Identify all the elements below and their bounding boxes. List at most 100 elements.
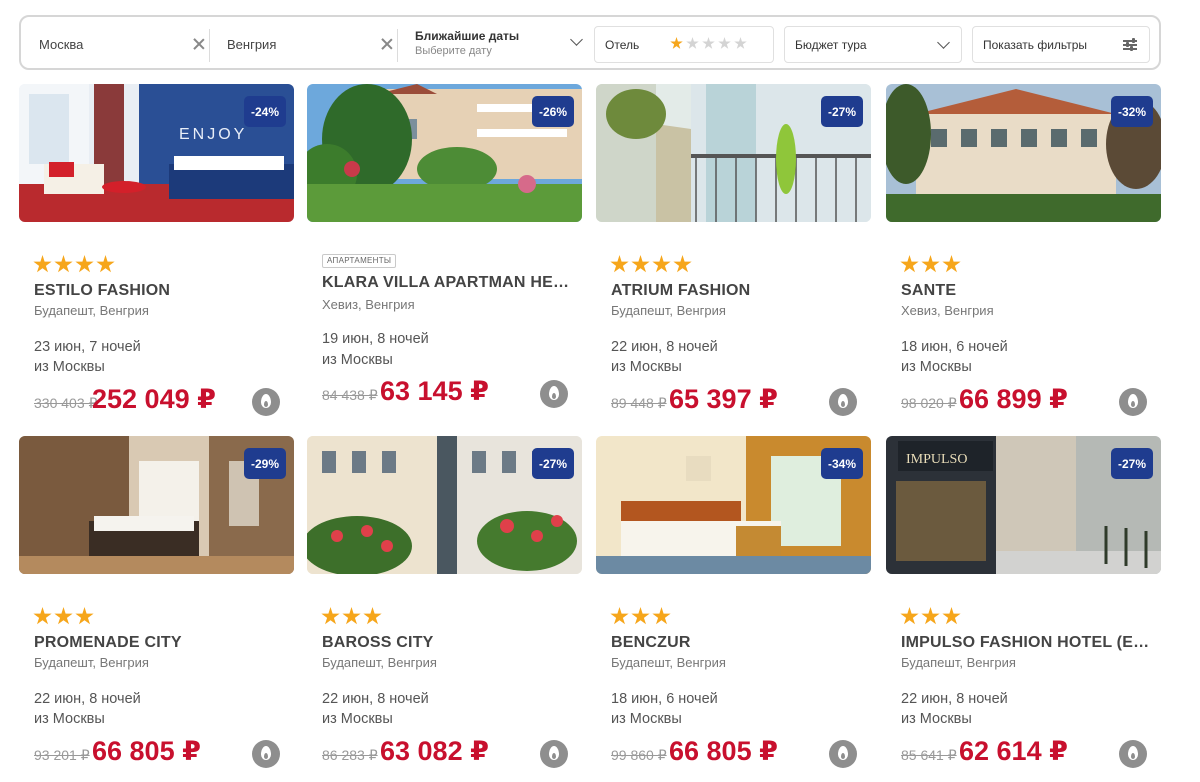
star-icon bbox=[652, 255, 671, 273]
tour-price[interactable]: 66 899 ₽ bbox=[959, 384, 1068, 415]
chevron-down-icon bbox=[570, 33, 583, 46]
dates-dropdown[interactable]: Ближайшие даты Выберите дату bbox=[415, 27, 583, 61]
hotel-name[interactable]: SANTE bbox=[901, 282, 1151, 300]
fire-icon[interactable] bbox=[252, 740, 280, 768]
hotel-name[interactable]: PROMENADE CITY bbox=[34, 634, 284, 652]
search-filter-bar: Москва Венгрия Ближайшие даты Выберите д… bbox=[19, 15, 1161, 70]
star-icon[interactable] bbox=[686, 37, 699, 49]
old-price: 89 448 ₽ bbox=[611, 395, 667, 411]
star-icon bbox=[942, 607, 961, 625]
star-icon bbox=[321, 607, 340, 625]
hotel-card[interactable]: -27% BAROSS CITY Будапешт, Венгрия 22 ию… bbox=[307, 436, 582, 781]
old-price: 84 438 ₽ bbox=[322, 387, 378, 403]
tour-dates: 22 июн, 8 ночей bbox=[34, 691, 141, 707]
fire-icon[interactable] bbox=[540, 380, 568, 408]
hotel-card[interactable]: -32% SANTE Хевиз, Венгрия 18 июн, 6 ноче… bbox=[886, 84, 1161, 429]
tour-price[interactable]: 66 805 ₽ bbox=[669, 736, 778, 767]
star-icon bbox=[900, 607, 919, 625]
star-icon bbox=[342, 607, 361, 625]
discount-badge: -27% bbox=[820, 96, 863, 127]
hotel-card[interactable]: -29% PROMENADE CITY Будапешт, Венгрия 22… bbox=[19, 436, 294, 781]
departure-city-value: Москва bbox=[39, 36, 84, 52]
show-filters-button[interactable]: Показать фильтры bbox=[972, 26, 1150, 63]
departure-origin: из Москвы bbox=[322, 352, 393, 368]
fire-icon[interactable] bbox=[829, 388, 857, 416]
hotel-name[interactable]: IMPULSO FASHION HOTEL (EX... bbox=[901, 634, 1151, 652]
hotel-card[interactable]: IMPULSO -27% IMPULSO FASHION HOTEL (EX..… bbox=[886, 436, 1161, 781]
destination-field[interactable]: Венгрия bbox=[227, 27, 395, 61]
discount-badge: -27% bbox=[531, 448, 574, 479]
hotel-name[interactable]: ATRIUM FASHION bbox=[611, 282, 861, 300]
clear-destination-icon[interactable] bbox=[379, 36, 395, 52]
star-icon bbox=[631, 255, 650, 273]
star-icon bbox=[900, 255, 919, 273]
hotel-stars-filter[interactable]: Отель bbox=[594, 26, 774, 63]
tour-price[interactable]: 62 614 ₽ bbox=[959, 736, 1068, 767]
fire-icon[interactable] bbox=[1119, 388, 1147, 416]
sliders-icon bbox=[1123, 38, 1137, 52]
hotel-card[interactable]: -26% АПАРТАМЕНТЫ KLARA VILLA APARTMAN HE… bbox=[307, 84, 582, 429]
star-icon[interactable] bbox=[702, 37, 715, 49]
star-icon bbox=[921, 255, 940, 273]
star-icon bbox=[631, 607, 650, 625]
old-price: 330 403 ₽ bbox=[34, 395, 98, 411]
hotel-location: Хевиз, Венгрия bbox=[322, 297, 415, 312]
star-icon bbox=[33, 607, 52, 625]
fire-icon[interactable] bbox=[540, 740, 568, 768]
hotel-label: Отель bbox=[605, 37, 640, 52]
departure-origin: из Москвы bbox=[901, 711, 972, 727]
star-icon[interactable] bbox=[670, 37, 683, 49]
hotel-star-rating bbox=[900, 255, 961, 274]
departure-origin: из Москвы bbox=[611, 359, 682, 375]
hotel-name[interactable]: BENCZUR bbox=[611, 634, 861, 652]
hotel-card[interactable]: -27% ATRIUM FASHION Будапешт, Венгрия 22… bbox=[596, 84, 871, 429]
hotel-star-rating bbox=[900, 607, 961, 626]
discount-badge: -32% bbox=[1110, 96, 1153, 127]
tour-price[interactable]: 252 049 ₽ bbox=[92, 384, 216, 415]
property-type-tag: АПАРТАМЕНТЫ bbox=[322, 254, 397, 268]
fire-icon[interactable] bbox=[829, 740, 857, 768]
budget-label: Бюджет тура bbox=[795, 37, 867, 52]
star-icon bbox=[921, 607, 940, 625]
star-icon bbox=[54, 255, 73, 273]
hotel-name[interactable]: BAROSS CITY bbox=[322, 634, 572, 652]
tour-dates: 22 июн, 8 ночей bbox=[901, 691, 1008, 707]
fire-icon[interactable] bbox=[252, 388, 280, 416]
star-icon[interactable] bbox=[718, 37, 731, 49]
tour-dates: 22 июн, 8 ночей bbox=[322, 691, 429, 707]
hotel-name[interactable]: ESTILO FASHION bbox=[34, 282, 284, 300]
hotel-star-rating bbox=[321, 607, 382, 626]
hotel-star-rating[interactable] bbox=[670, 37, 747, 50]
budget-dropdown[interactable]: Бюджет тура bbox=[784, 26, 962, 63]
dates-placeholder: Выберите дату bbox=[415, 45, 492, 57]
hotel-card[interactable]: ENJOY -24% ESTILO FASHION Будапешт, Венг… bbox=[19, 84, 294, 429]
departure-origin: из Москвы bbox=[34, 711, 105, 727]
hotel-card[interactable]: -34% BENCZUR Будапешт, Венгрия 18 июн, 6… bbox=[596, 436, 871, 781]
departure-origin: из Москвы bbox=[34, 359, 105, 375]
star-icon bbox=[610, 255, 629, 273]
clear-departure-icon[interactable] bbox=[191, 36, 207, 52]
departure-city-field[interactable]: Москва bbox=[39, 27, 207, 61]
tour-dates: 19 июн, 8 ночей bbox=[322, 331, 429, 347]
hotel-star-rating bbox=[610, 255, 692, 274]
tour-price[interactable]: 63 145 ₽ bbox=[380, 376, 489, 407]
discount-badge: -24% bbox=[243, 96, 286, 127]
departure-origin: из Москвы bbox=[901, 359, 972, 375]
tour-dates: 18 июн, 6 ночей bbox=[901, 339, 1008, 355]
fire-icon[interactable] bbox=[1119, 740, 1147, 768]
old-price: 86 283 ₽ bbox=[322, 747, 378, 763]
star-icon bbox=[942, 255, 961, 273]
star-icon bbox=[75, 607, 94, 625]
hotel-location: Будапешт, Венгрия bbox=[34, 303, 149, 318]
discount-badge: -29% bbox=[243, 448, 286, 479]
tour-price[interactable]: 63 082 ₽ bbox=[380, 736, 489, 767]
hotel-location: Будапешт, Венгрия bbox=[901, 655, 1016, 670]
tour-price[interactable]: 66 805 ₽ bbox=[92, 736, 201, 767]
hotel-star-rating bbox=[33, 255, 115, 274]
star-icon[interactable] bbox=[734, 37, 747, 49]
tour-price[interactable]: 65 397 ₽ bbox=[669, 384, 778, 415]
discount-badge: -26% bbox=[531, 96, 574, 127]
hotel-name[interactable]: KLARA VILLA APARTMAN HEV... bbox=[322, 274, 572, 292]
star-icon bbox=[673, 255, 692, 273]
old-price: 98 020 ₽ bbox=[901, 395, 957, 411]
